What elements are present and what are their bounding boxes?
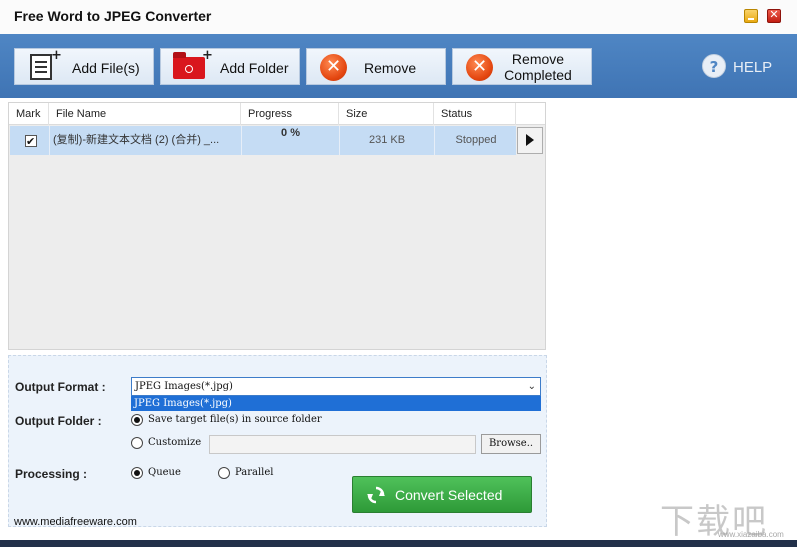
add-folder-button[interactable]: + Add Folder — [160, 48, 300, 85]
list-header: Mark File Name Progress Size Status — [9, 103, 545, 125]
column-file-name[interactable]: File Name — [49, 103, 241, 125]
status-cell: Stopped — [455, 134, 497, 146]
column-mark[interactable]: Mark — [9, 103, 49, 125]
convert-selected-button[interactable]: Convert Selected — [352, 476, 532, 513]
add-files-label: Add File(s) — [72, 60, 140, 76]
watermark-url: www.xiazaiba.com — [718, 530, 784, 539]
column-status[interactable]: Status — [434, 103, 516, 125]
parallel-radio[interactable] — [218, 467, 230, 479]
check-icon: ✔ — [26, 135, 36, 148]
window-title: Free Word to JPEG Converter — [14, 8, 212, 24]
remove-button[interactable]: ✕ Remove — [306, 48, 446, 85]
remove-label: Remove — [364, 60, 417, 76]
size-cell: 231 KB — [340, 126, 435, 155]
remove-completed-icon: ✕ — [466, 54, 493, 81]
remove-completed-label-line2: Completed — [504, 67, 572, 83]
output-format-select[interactable]: JPEG Images(*.jpg) ⌄ — [131, 377, 541, 396]
output-folder-label: Output Folder : — [15, 414, 102, 428]
chevron-down-icon: ⌄ — [527, 381, 536, 392]
add-folder-label: Add Folder — [220, 60, 289, 76]
plus-icon: + — [202, 48, 213, 63]
toolbar: + Add File(s) + Add Folder ✕ Remove ✕ Re… — [0, 34, 797, 98]
remove-icon: ✕ — [320, 54, 347, 81]
remove-completed-button[interactable]: ✕ Remove Completed — [452, 48, 592, 85]
progress-cell: 0 % — [242, 126, 340, 155]
file-name-cell: (复制)-新建文本文档 (2) (合并) _... — [50, 126, 242, 155]
output-format-value: JPEG Images(*.jpg) — [135, 381, 233, 392]
add-files-button[interactable]: + Add File(s) — [14, 48, 154, 85]
folder-icon — [173, 52, 205, 79]
website-link[interactable]: www.mediafreeware.com — [14, 516, 137, 528]
preview-panel — [548, 102, 797, 532]
browse-button[interactable]: Browse.. — [481, 434, 541, 454]
table-row[interactable]: ✔ (复制)-新建文本文档 (2) (合并) _... 0 % 231 KB S… — [10, 126, 516, 155]
close-button[interactable]: ✕ — [767, 8, 781, 23]
document-icon — [30, 54, 52, 80]
output-folder-input[interactable] — [209, 435, 476, 454]
save-in-source-radio[interactable] — [131, 414, 143, 426]
start-row-button[interactable] — [517, 127, 543, 154]
save-in-source-label: Save target file(s) in source folder — [148, 414, 322, 425]
help-label: HELP — [733, 59, 773, 76]
column-size[interactable]: Size — [339, 103, 434, 125]
queue-radio[interactable] — [131, 467, 143, 479]
column-progress[interactable]: Progress — [241, 103, 339, 125]
processing-label: Processing : — [15, 467, 88, 481]
minimize-button[interactable] — [744, 9, 758, 23]
play-icon — [526, 134, 534, 146]
customize-radio[interactable] — [131, 437, 143, 449]
title-bar: Free Word to JPEG Converter ✕ — [0, 0, 797, 34]
refresh-icon — [367, 486, 385, 504]
remove-completed-label-line1: Remove — [511, 51, 565, 67]
parallel-label: Parallel — [235, 467, 274, 478]
queue-label: Queue — [148, 467, 181, 478]
output-format-label: Output Format : — [15, 380, 106, 394]
help-icon: ? — [702, 54, 726, 78]
customize-label: Customize — [148, 437, 202, 448]
close-icon: ✕ — [769, 8, 779, 21]
taskbar — [0, 540, 797, 547]
app-window: Free Word to JPEG Converter ✕ + Add File… — [0, 0, 797, 540]
row-checkbox[interactable]: ✔ — [25, 135, 37, 148]
mark-cell: ✔ — [10, 126, 50, 155]
output-format-option-jpg[interactable]: JPEG Images(*.jpg) — [131, 396, 541, 411]
plus-icon: + — [51, 48, 62, 63]
file-list[interactable]: Mark File Name Progress Size Status ✔ (复… — [8, 102, 546, 350]
convert-selected-label: Convert Selected — [395, 487, 503, 503]
